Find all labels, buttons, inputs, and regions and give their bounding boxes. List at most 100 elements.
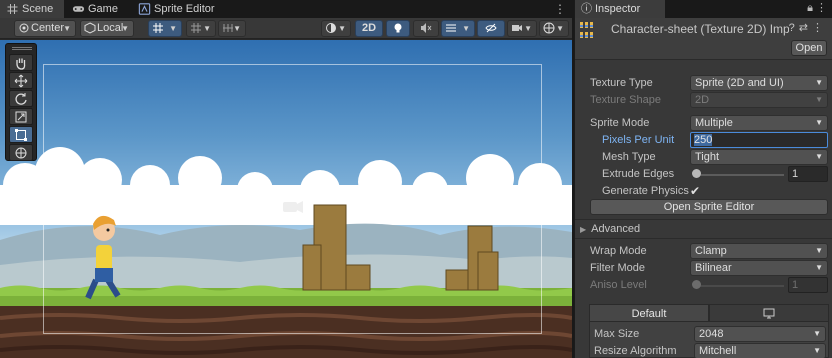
texture-type-label: Texture Type [590,77,653,89]
rect-transform-icon [15,129,27,141]
wrap-mode-dropdown[interactable]: Clamp ▼ [690,243,828,259]
pixels-per-unit-field[interactable]: 250 [690,132,828,148]
open-button[interactable]: Open [791,40,827,56]
sprite-mode-row: Sprite Mode Multiple ▼ [575,115,832,132]
max-size-dropdown[interactable]: 2048 ▼ [694,326,826,342]
tab-standalone-platform[interactable] [709,304,829,322]
chevron-down-icon: ▼ [462,24,470,33]
pixels-per-unit-row: Pixels Per Unit 250 [575,132,832,149]
camera-dropdown[interactable]: ▼ [507,20,537,37]
pivot-icon [19,23,29,33]
gizmo-globe-icon [543,22,555,34]
chevron-down-icon: ▼ [815,78,823,87]
grid-snap-toggle[interactable]: ▼ [148,20,182,37]
monitor-icon [763,308,775,319]
header-icons: ?⇄⋮ [789,21,827,34]
chevron-down-icon: ▼ [815,95,823,104]
2d-mode-toggle[interactable]: 2D [355,20,383,37]
divider [575,238,832,239]
tab-inspector-label: Inspector [595,3,641,15]
generate-physics-row: Generate Physics ✔ [575,183,832,200]
effects-icon [446,24,456,32]
grid-icon [7,4,18,14]
lock-icon[interactable]: 🔒︎ [807,2,813,15]
chevron-down-icon: ▼ [524,24,532,33]
more-options-icon[interactable]: ⋮ [554,0,566,18]
mesh-type-dropdown[interactable]: Tight ▼ [690,149,828,165]
aniso-level-slider-knob [692,280,701,289]
tab-sprite-editor[interactable]: Sprite Editor [132,0,232,18]
texture-type-dropdown[interactable]: Sprite (2D and UI) ▼ [690,75,828,91]
rotate-tool[interactable] [9,90,33,107]
more-options-icon[interactable]: ⋮ [816,1,827,14]
move-icon [14,74,28,88]
scene-toolbar: Center ▼ Local ▼ ▼ ▼ ▼ ▼ 2D ▼ ▼ ▼ [0,18,572,39]
chevron-down-icon: ▼ [338,24,346,33]
tab-inspector[interactable]: ⓘ Inspector [575,0,665,18]
texture-type-value: Sprite (2D and UI) [695,77,784,89]
pixels-per-unit-value: 250 [694,134,713,146]
lighting-toggle[interactable] [386,20,410,37]
chevron-down-icon: ▼ [815,152,823,161]
tab-game-label: Game [88,3,118,15]
sprite-mode-label: Sprite Mode [590,117,650,129]
resize-algorithm-value: Mitchell [699,345,737,357]
extrude-edges-field[interactable]: 1 [788,166,828,182]
extrude-edges-slider-knob[interactable] [692,169,701,178]
wrap-mode-label: Wrap Mode [590,245,647,257]
audio-toggle[interactable] [413,20,439,37]
draw-mode-dropdown[interactable]: ▼ [321,20,351,37]
sprite-mode-dropdown[interactable]: Multiple ▼ [690,115,828,131]
max-size-label: Max Size [594,328,640,340]
texture-asset-icon [580,22,593,38]
tab-game[interactable]: Game [66,0,128,18]
scene-panel: Scene Game Sprite Editor ⋮ Center ▼ Loca… [0,0,572,358]
rect-tool[interactable] [9,126,33,143]
scene-viewport[interactable] [0,40,572,358]
effects-dropdown[interactable]: ▼ [441,20,475,37]
grid-visibility-toggle[interactable]: ▼ [186,20,216,37]
chevron-down-icon: ▼ [63,24,71,33]
mesh-type-row: Mesh Type Tight ▼ [575,149,832,166]
filter-mode-dropdown[interactable]: Bilinear ▼ [690,260,828,276]
chevron-down-icon: ▼ [813,346,821,355]
advanced-foldout-header[interactable]: ▶ Advanced [580,223,640,235]
transform-tool[interactable] [9,144,33,161]
scale-tool[interactable] [9,108,33,125]
scene-visibility-toggle[interactable] [477,20,505,37]
inspector-tab-bar: ⓘ Inspector 🔒︎ ⋮ [575,0,832,18]
resize-algorithm-row: Resize Algorithm Mitchell ▼ [590,343,830,358]
hand-icon [16,58,26,70]
resize-algorithm-dropdown[interactable]: Mitchell ▼ [694,343,826,358]
hand-tool[interactable] [9,54,33,71]
texture-type-row: Texture Type Sprite (2D and UI) ▼ [575,75,832,92]
space-label: Local [97,22,124,34]
chevron-down-icon: ▼ [556,24,564,33]
pivot-dropdown[interactable]: Center ▼ [14,20,76,37]
move-tool[interactable] [9,72,33,89]
2d-mode-label: 2D [361,22,377,34]
gizmos-dropdown[interactable]: ▼ [539,20,569,37]
open-sprite-editor-button[interactable]: Open Sprite Editor [590,199,828,215]
advanced-foldout[interactable]: ▶ Advanced [575,221,832,238]
platform-settings: Max Size 2048 ▼ Resize Algorithm Mitchell… [589,322,829,358]
generate-physics-checkbox[interactable]: ✔ [690,184,704,198]
aniso-level-label: Aniso Level [590,279,647,291]
tab-default-platform[interactable]: Default [589,304,709,322]
preset-icon[interactable]: ⇄ [799,22,812,34]
drag-handle[interactable] [12,47,32,50]
hidden-eye-icon [485,23,497,33]
more-options-icon[interactable]: ⋮ [812,22,827,34]
tab-scene[interactable]: Scene [0,0,64,18]
help-icon[interactable]: ? [789,22,799,34]
extrude-edges-slider-track[interactable] [696,174,784,176]
space-dropdown[interactable]: Local ▼ [80,20,134,37]
chevron-down-icon: ▼ [121,24,129,33]
extrude-edges-row: Extrude Edges 1 [575,166,832,183]
asset-title: Character-sheet (Texture 2D) Impo [611,22,789,36]
aniso-level-slider-track [696,285,784,287]
chevron-down-icon: ▼ [233,24,241,33]
grid-snap-icon [153,23,163,33]
cube-icon [84,22,96,34]
increment-snap-toggle[interactable]: ▼ [218,20,246,37]
